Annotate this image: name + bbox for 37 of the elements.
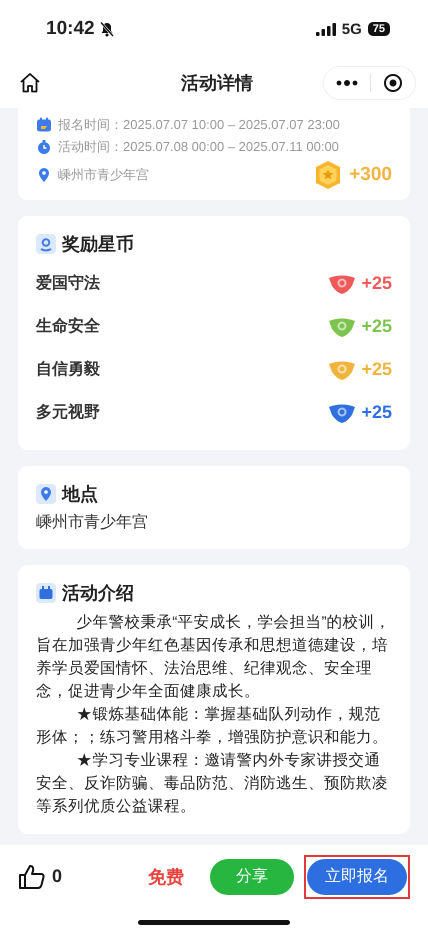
signup-button[interactable]: 立即报名 <box>307 858 407 894</box>
reward-name: 多元视野 <box>36 402 100 423</box>
info-text: 嵊州市青少年宫 <box>58 166 149 184</box>
reward-name: 爱国守法 <box>36 273 100 294</box>
share-button[interactable]: 分享 <box>210 858 294 894</box>
calendar-icon <box>36 117 52 133</box>
coin-total: +300 <box>349 164 392 186</box>
reward-name: 自信勇毅 <box>36 359 100 380</box>
section-title: 地点 <box>62 483 98 506</box>
location-text: 嵊州市青少年宫 <box>36 512 149 533</box>
reward-amount: +25 <box>361 359 392 380</box>
info-text: 报名时间：2025.07.07 10:00 – 2025.07.07 23:00 <box>58 116 340 134</box>
more-icon <box>336 79 358 87</box>
signal-icon <box>316 22 336 36</box>
network-label: 5G <box>342 20 362 38</box>
page-title: 活动详情 <box>181 72 253 95</box>
location-pin-icon <box>36 167 52 183</box>
section-title: 奖励星币 <box>62 233 134 256</box>
reward-amount: +25 <box>361 273 392 294</box>
clock-icon <box>36 139 52 155</box>
price-label: 免费 <box>148 866 184 888</box>
clock-time: 10:42 <box>46 18 95 40</box>
reward-name: 生命安全 <box>36 316 100 337</box>
intro-paragraph: ★学习专业课程：邀请警内外专家讲授交通安全、反诈防骗、毒品防范、消防逃生、预防欺凌等系列优质公益课程。 <box>36 751 389 817</box>
capsule-menu[interactable] <box>323 66 416 100</box>
info-text: 活动时间：2025.07.08 00:00 – 2025.07.11 00:00 <box>58 138 339 156</box>
section-title: 活动介绍 <box>62 582 134 605</box>
battery-icon: 75 <box>368 22 390 36</box>
close-target-icon <box>383 73 403 93</box>
reward-amount: +25 <box>361 316 392 337</box>
home-icon[interactable] <box>18 71 42 95</box>
intro-paragraph: 少年警校秉承“平安成长，学会担当”的校训，旨在加强青少年红色基因传承和思想道德建设，培养学员爱国情怀、法治思维、纪律观念、安全理念，促进青少年全面健康成长。 <box>36 613 392 702</box>
thumbs-up-icon <box>18 864 46 890</box>
intro-paragraph: ★锻炼基础体能：掌握基础队列动作，规范形体；；练习警用格斗拳，增强防护意识和能力。 <box>36 705 389 748</box>
location-pin-icon <box>36 484 56 504</box>
like-count: 0 <box>52 866 62 887</box>
reward-amount: +25 <box>361 402 392 423</box>
